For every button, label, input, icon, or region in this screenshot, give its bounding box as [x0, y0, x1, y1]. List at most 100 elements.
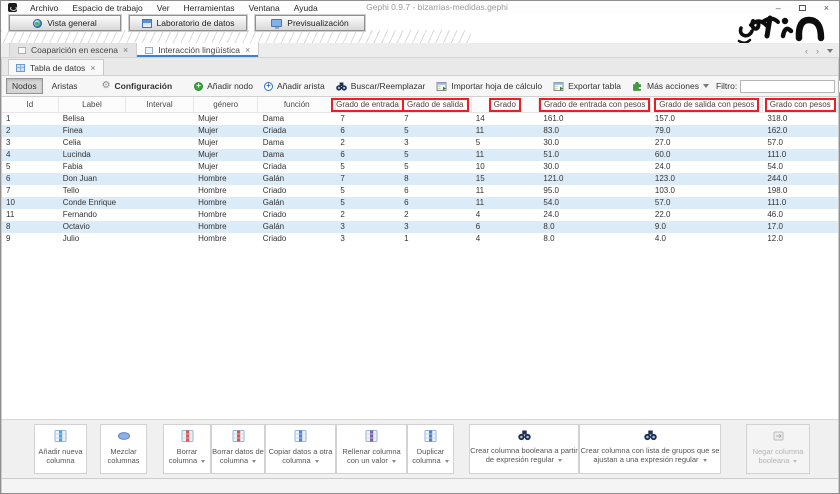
duplicar-columna-button[interactable]: Duplicar columna [407, 424, 454, 474]
merge-columns-icon [117, 430, 131, 444]
configuration-button[interactable]: ⚙ Configuración [98, 79, 177, 93]
negate-column-icon [772, 430, 785, 444]
add-edge-button[interactable]: + Añadir arista [260, 79, 329, 93]
cell-genero: Hombre [194, 209, 259, 221]
scroll-right-icon[interactable]: › [816, 46, 819, 56]
cell-label: Fernando [59, 209, 127, 221]
binoculars-icon [518, 430, 531, 443]
search-replace-button[interactable]: Buscar/Reemplazar [332, 79, 430, 93]
view-button-vista-general[interactable]: Vista general [9, 15, 121, 31]
menu-item-ver[interactable]: Ver [150, 3, 177, 13]
close-icon[interactable]: × [245, 46, 250, 54]
tab-tabla-de-datos[interactable]: Tabla de datos × [8, 59, 104, 75]
chevron-down-icon [392, 460, 396, 463]
cell-id: 10 [2, 197, 59, 209]
more-actions-button[interactable]: Más acciones [628, 79, 713, 93]
column-header-grado[interactable]: Grado [472, 97, 540, 112]
tab-list-icon[interactable] [827, 49, 833, 53]
action-button-label: Crear columna booleana a partir de expre… [470, 446, 578, 464]
cell-grado-de-entrada: 7 [336, 113, 400, 125]
column-header-interval[interactable]: Interval [126, 97, 194, 112]
table-row[interactable]: 5FabiaMujerCriada551030.024.054.0 [2, 161, 838, 173]
add-edge-icon: + [264, 82, 273, 91]
column-header-genero[interactable]: género [194, 97, 259, 112]
table-row[interactable]: 7TelloHombreCriado561195.0103.0198.0 [2, 185, 838, 197]
cell-grado-con-pesos: 111.0 [763, 197, 838, 209]
cell-interval [126, 173, 194, 185]
maximize-icon[interactable] [799, 5, 806, 11]
column-header-grado-de-entrada[interactable]: Grado de entrada [336, 97, 400, 112]
cell-grado-de-salida: 1 [400, 233, 472, 245]
menu-item-ayuda[interactable]: Ayuda [287, 3, 325, 13]
table-row[interactable]: 9JulioHombreCriado3148.04.012.0 [2, 233, 838, 245]
cell-grado-de-entrada-con-pesos: 54.0 [539, 197, 650, 209]
column-header-label: Interval [146, 100, 172, 109]
menu-item-herramientas[interactable]: Herramientas [177, 3, 242, 13]
menu-item-archivo[interactable]: Archivo [23, 3, 65, 13]
table-row[interactable]: 10Conde EnriqueHombreGalán561154.057.011… [2, 197, 838, 209]
add-node-button[interactable]: + Añadir nodo [190, 79, 257, 93]
filter-input[interactable] [740, 80, 835, 93]
table-row[interactable]: 3CeliaMujerDama23530.027.057.0 [2, 137, 838, 149]
edges-toggle[interactable]: Aristas [46, 78, 84, 94]
anadir-nueva-columna-button[interactable]: Añadir nueva columna [34, 424, 87, 474]
tab-scroll-controls: ‹› [805, 43, 833, 58]
table-row[interactable]: 11FernandoHombreCriado22424.022.046.0 [2, 209, 838, 221]
table-empty-area [2, 245, 838, 419]
cell-grado-con-pesos: 57.0 [763, 137, 838, 149]
scroll-left-icon[interactable]: ‹ [805, 46, 808, 56]
cell-grado-con-pesos: 318.0 [763, 113, 838, 125]
column-header-id[interactable]: Id [2, 97, 59, 112]
close-icon[interactable]: × [824, 3, 829, 13]
cell-interval [126, 197, 194, 209]
view-button-label: Vista general [47, 18, 96, 28]
cell-label: Belisa [59, 113, 127, 125]
table-row[interactable]: 4LucindaMujerDama651151.060.0111.0 [2, 149, 838, 161]
nodes-toggle[interactable]: Nodos [6, 78, 43, 94]
column-header-funcion[interactable]: función [258, 97, 336, 112]
table-row[interactable]: 1BelisaMujerDama7714161.0157.0318.0 [2, 113, 838, 125]
hatch-pattern [1, 30, 471, 43]
minimize-icon[interactable]: – [776, 3, 781, 13]
cell-label: Celia [59, 137, 127, 149]
workspace-tab-interaccion-linguistica[interactable]: Interacción lingüística× [137, 43, 259, 57]
close-icon[interactable]: × [123, 46, 128, 54]
crear-columna-con-lista-de-grupos-que-se-ajustan-a-una-expresion-regular-button[interactable]: Crear columna con lista de grupos que se… [579, 424, 721, 474]
import-spreadsheet-button[interactable]: Importar hoja de cálculo [432, 79, 546, 93]
rellenar-columna-con-un-valor-button[interactable]: Rellenar columna con un valor [336, 424, 407, 474]
column-header-grado-de-salida-con-pesos[interactable]: Grado de salida con pesos [651, 97, 763, 112]
column-header-grado-con-pesos[interactable]: Grado con pesos [763, 97, 838, 112]
mezclar-columnas-button[interactable]: Mezclar columnas [100, 424, 147, 474]
close-icon[interactable]: × [90, 64, 95, 72]
cell-genero: Mujer [194, 113, 259, 125]
chevron-down-icon [793, 460, 797, 463]
borrar-columna-button[interactable]: Borrar columna [163, 424, 211, 474]
panel-tab-bar: Tabla de datos × [2, 58, 838, 76]
menu-item-ventana[interactable]: Ventana [242, 3, 287, 13]
column-header-grado-de-entrada-con-pesos[interactable]: Grado de entrada con pesos [539, 97, 651, 112]
view-button-previsualizacion[interactable]: Previsualización [255, 15, 365, 31]
column-header-label[interactable]: Label [59, 97, 127, 112]
column-header-label: Grado con pesos [765, 98, 836, 112]
table-row[interactable]: 8OctavioHombreGalán3368.09.017.0 [2, 221, 838, 233]
column-header-label: Label [82, 100, 102, 109]
export-table-label: Exportar tabla [568, 81, 621, 91]
workspace-tab-coaparicion-en-escena[interactable]: Coaparición en escena× [9, 43, 137, 57]
menu-item-espacio-de-trabajo[interactable]: Espacio de trabajo [65, 3, 149, 13]
copiar-datos-a-otra-columna-button[interactable]: Copiar datos a otra columna [265, 424, 336, 474]
cell-label: Don Juan [59, 173, 127, 185]
cell-grado-con-pesos: 54.0 [763, 161, 838, 173]
column-header-grado-de-salida[interactable]: Grado de salida [400, 97, 472, 112]
cell-grado: 11 [472, 185, 540, 197]
cell-grado-de-entrada: 6 [336, 149, 400, 161]
borrar-datos-de-columna-button[interactable]: Borrar datos de columna [211, 424, 265, 474]
cell-genero: Hombre [194, 185, 259, 197]
action-button-label: Copiar datos a otra columna [266, 447, 335, 465]
table-row[interactable]: 6Don JuanHombreGalán7815121.0123.0244.0 [2, 173, 838, 185]
export-table-button[interactable]: Exportar tabla [549, 79, 625, 93]
table-row[interactable]: 2FineaMujerCriada651183.079.0162.0 [2, 125, 838, 137]
crear-columna-booleana-a-partir-de-expresion-regular-button[interactable]: Crear columna booleana a partir de expre… [469, 424, 579, 474]
spreadsheet-export-icon [553, 81, 564, 91]
main-menu: ArchivoEspacio de trabajoVerHerramientas… [23, 3, 325, 13]
view-button-laboratorio-de-datos[interactable]: Laboratorio de datos [129, 15, 247, 31]
